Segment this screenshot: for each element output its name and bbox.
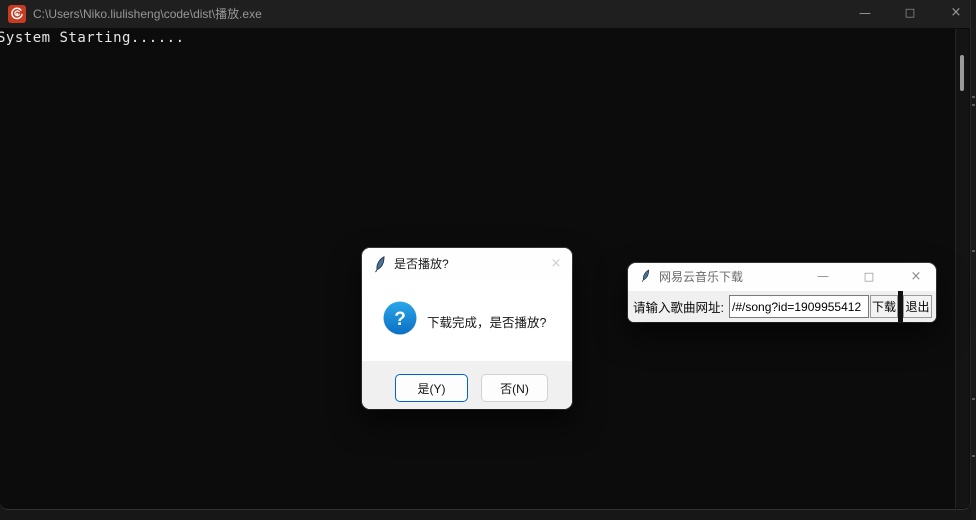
console-titlebar[interactable]: C:\Users\Niko.liulisheng\code\dist\播放.ex… xyxy=(0,0,970,28)
url-label: 请输入歌曲网址: xyxy=(633,301,724,315)
question-icon: ? xyxy=(383,301,417,335)
console-window-title: C:\Users\Niko.liulisheng\code\dist\播放.ex… xyxy=(33,7,262,21)
play-dialog: 是否播放? × ? 下载完成，是否播放? 是(Y) 否(N) xyxy=(362,248,572,409)
download-maximize-button[interactable]: □ xyxy=(858,263,880,291)
screen: C:\Users\Niko.liulisheng\code\dist\播放.ex… xyxy=(0,0,976,520)
console-output-text: System Starting...... xyxy=(0,30,185,46)
sliver-mark xyxy=(972,104,975,106)
download-window-body: 请输入歌曲网址: 下载 退出 xyxy=(628,291,936,322)
console-close-button[interactable]: × xyxy=(936,0,976,28)
console-scrollbar-track[interactable] xyxy=(955,29,969,508)
download-button[interactable]: 下载 xyxy=(870,295,898,318)
play-dialog-titlebar[interactable]: 是否播放? × xyxy=(362,248,572,281)
play-dialog-close-button[interactable]: × xyxy=(540,248,572,281)
play-dialog-message: 下载完成，是否播放? xyxy=(427,315,547,330)
question-mark-glyph: ? xyxy=(394,309,406,330)
download-window-titlebar[interactable]: 网易云音乐下载 — □ × xyxy=(628,263,936,291)
exit-button[interactable]: 退出 xyxy=(903,295,932,318)
play-dialog-title: 是否播放? xyxy=(394,257,449,271)
sliver-mark xyxy=(972,455,975,457)
sliver-mark xyxy=(972,250,975,252)
sliver-mark xyxy=(972,398,975,400)
download-close-button[interactable]: × xyxy=(904,263,928,291)
tk-feather-icon xyxy=(641,269,651,288)
download-minimize-button[interactable]: — xyxy=(812,263,834,291)
console-app-icon xyxy=(8,5,26,23)
console-minimize-button[interactable]: — xyxy=(845,0,885,28)
console-maximize-button[interactable]: □ xyxy=(890,0,930,28)
no-button[interactable]: 否(N) xyxy=(481,374,548,402)
sliver-mark xyxy=(972,96,975,98)
download-window: 网易云音乐下载 — □ × 请输入歌曲网址: 下载 退出 xyxy=(628,263,936,322)
url-input[interactable] xyxy=(729,295,869,318)
download-window-title: 网易云音乐下载 xyxy=(659,270,744,284)
console-scrollbar-thumb[interactable] xyxy=(960,55,964,91)
play-dialog-body: ? 下载完成，是否播放? xyxy=(362,281,572,361)
background-window-sliver xyxy=(971,0,976,520)
tk-feather-icon xyxy=(374,255,387,278)
play-dialog-footer: 是(Y) 否(N) xyxy=(362,361,572,409)
yes-button[interactable]: 是(Y) xyxy=(395,374,468,402)
